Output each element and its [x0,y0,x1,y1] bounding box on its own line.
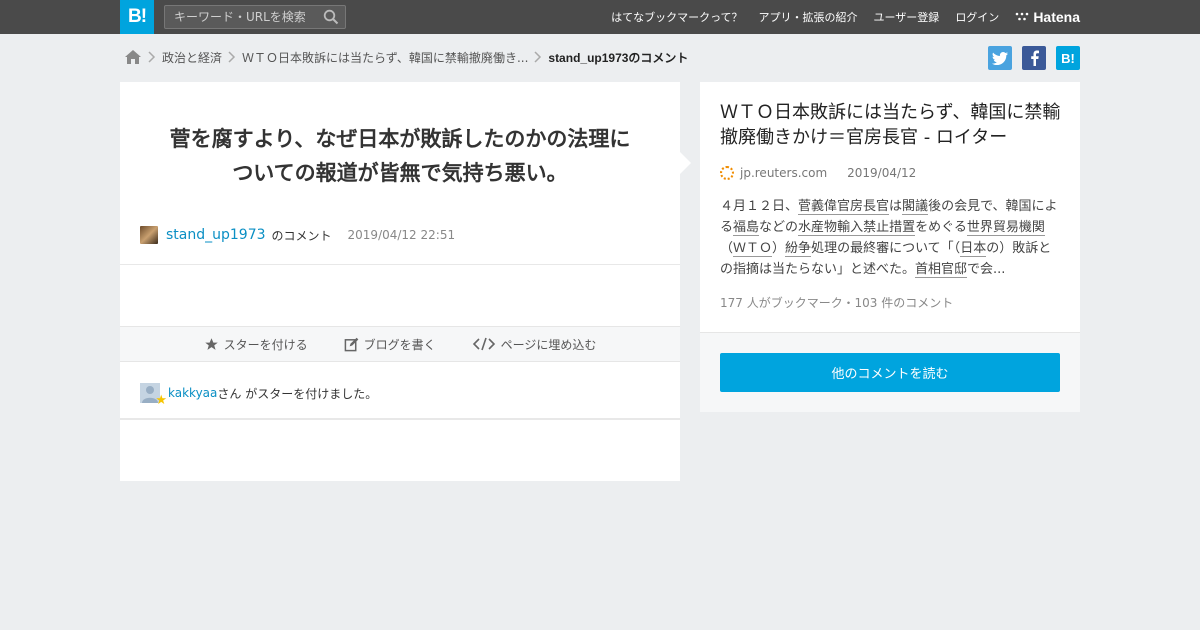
comment-meta: stand_up1973 のコメント 2019/04/12 22:51 [140,225,455,245]
summary-keyword[interactable]: 水産物 [798,220,838,236]
entry-site[interactable]: jp.reuters.com [740,166,827,180]
hatena-brand-text: Hatena [1033,9,1080,25]
summary-text: は [889,199,903,214]
breadcrumb-category[interactable]: 政治と経済 [162,49,222,66]
twitter-share-button[interactable] [988,46,1012,70]
hatena-brand-icon [1016,12,1029,21]
breadcrumb-current: stand_up1973のコメント [548,50,689,65]
summary-text: で会... [967,262,1006,277]
entry-title[interactable]: ＷＴＯ日本敗訴には当たらず、韓国に禁輸撤廃働きかけ＝官房長官 - ロイター [720,100,1065,150]
summary-keyword[interactable]: 菅義偉官房長官 [798,199,890,215]
nav-login[interactable]: ログイン [955,9,999,25]
edit-icon [344,337,358,351]
hatena-brand[interactable]: Hatena [1015,9,1080,25]
add-star-label: スターを付ける [223,337,308,352]
nav-about[interactable]: はてなブックマークって？ [611,9,742,25]
code-icon [472,337,495,351]
embed-button[interactable]: ページに埋め込む [472,336,597,353]
add-star-button[interactable]: スターを付ける [204,336,308,353]
summary-keyword[interactable]: 世界貿易機関 [966,220,1045,236]
star-notice: ★ kakkyaa さん がスターを付けました。 [140,382,378,407]
comment-text-line: 菅を腐すより、なぜ日本が敗訴したのかの法理に [169,127,631,151]
facebook-icon [1030,50,1039,66]
avatar[interactable]: ★ [140,383,167,407]
summary-text: などの [759,220,799,235]
top-bar: B! はてなブックマークって？ アプリ・拡張の紹介 ユーザー登録 ログイン Ha… [0,0,1200,34]
write-blog-label: ブログを書く [363,337,436,352]
star-icon [204,337,218,350]
summary-keyword[interactable]: 輸入禁止措置 [837,220,916,236]
search-box [164,5,346,29]
bookmark-share-icon: B! [1061,50,1075,66]
facebook-share-button[interactable] [1022,46,1046,70]
bookmark-share-button[interactable]: B! [1056,46,1080,70]
site-favicon-icon [720,166,734,180]
entry-summary: ４月１２日、菅義偉官房長官は閣議後の会見で、韓国による福島などの水産物輸入禁止措… [720,196,1060,280]
summary-text: 処理の最終審について「（ [811,241,961,256]
chevron-right-icon [528,49,548,65]
star-badge-icon: ★ [155,393,167,408]
comment-text: 菅を腐すより、なぜ日本が敗訴したのかの法理に ついての報道が皆無で気持ち悪い。 [140,122,660,190]
comment-text-line: ついての報道が皆無で気持ち悪い。 [232,161,568,185]
star-username[interactable]: kakkyaa [168,386,217,400]
summary-keyword[interactable]: 日本 [960,241,987,257]
read-other-comments-button[interactable]: 他のコメントを読む [720,353,1060,392]
summary-keyword[interactable]: 紛争 [785,241,812,257]
comment-username[interactable]: stand_up1973 [166,227,266,243]
star-notice-text: さん がスターを付けました。 [217,386,378,401]
avatar[interactable] [140,226,158,244]
nav-apps[interactable]: アプリ・拡張の紹介 [759,9,858,25]
home-icon[interactable] [124,49,142,65]
entry-card-footer: 他のコメントを読む [700,332,1080,412]
entry-card: ＷＴＯ日本敗訴には当たらず、韓国に禁輸撤廃働きかけ＝官房長官 - ロイター jp… [700,82,1080,412]
summary-text: ４月１２日、 [720,199,799,214]
breadcrumb-entry[interactable]: ＷＴＯ日本敗訴には当たらず、韓国に禁輸撤廃働き... [242,49,528,66]
breadcrumb: 政治と経済 ＷＴＯ日本敗訴には当たらず、韓国に禁輸撤廃働き... stand_u… [124,46,688,68]
hatena-bookmark-logo[interactable]: B! [120,0,154,34]
search-icon[interactable] [323,9,339,25]
summary-keyword[interactable]: 福島 [733,220,760,236]
summary-keyword[interactable]: 閣議 [902,199,929,215]
chevron-right-icon [222,49,242,65]
chevron-right-icon [142,49,162,65]
comment-card: 菅を腐すより、なぜ日本が敗訴したのかの法理に ついての報道が皆無で気持ち悪い。 … [120,82,680,481]
share-buttons: B! [988,46,1080,70]
summary-text: をめぐる [915,220,967,235]
embed-label: ページに埋め込む [500,337,597,352]
bookmark-counts[interactable]: 177 人がブックマーク・103 件のコメント [720,294,953,311]
card-pointer [680,152,691,174]
header-nav: はてなブックマークって？ アプリ・拡張の紹介 ユーザー登録 ログイン Haten… [611,0,1080,34]
entry-date: 2019/04/12 [847,166,917,180]
search-input[interactable] [165,6,315,28]
divider [120,264,680,265]
summary-text: （ [720,241,734,256]
nav-register[interactable]: ユーザー登録 [874,9,940,25]
comment-actions: スターを付ける ブログを書く ページに埋め込む [120,326,680,362]
entry-meta: jp.reuters.com 2019/04/12 [720,166,916,180]
summary-keyword[interactable]: 首相官邸 [915,262,968,278]
summary-keyword[interactable]: ＷＴＯ [733,241,773,257]
divider [120,418,680,420]
write-blog-button[interactable]: ブログを書く [344,336,436,353]
comment-timestamp[interactable]: 2019/04/12 22:51 [348,228,456,242]
twitter-icon [992,51,1008,65]
summary-text: ） [772,241,786,256]
comment-suffix: のコメント [271,228,332,243]
